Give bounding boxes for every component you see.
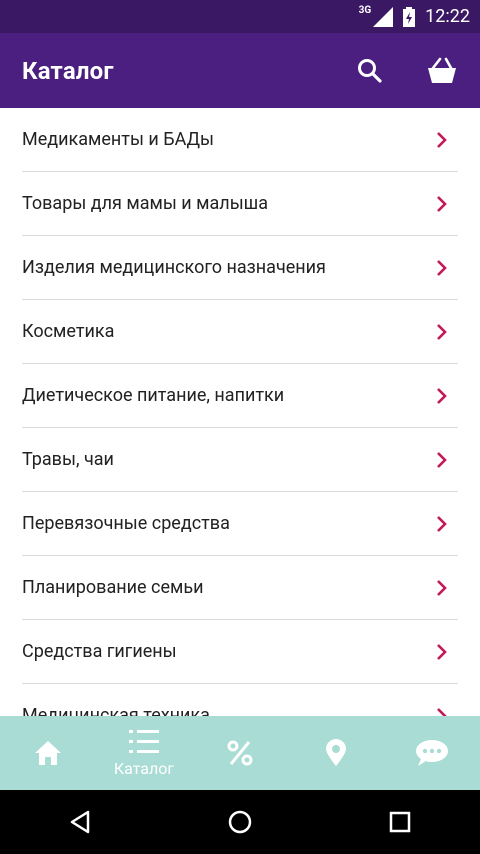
catalog-item[interactable]: Медикаменты и БАДы [22,108,458,172]
chevron-right-icon [437,195,447,212]
catalog-item-label: Средства гигиены [22,641,177,662]
catalog-item[interactable]: Перевязочные средства [22,492,458,556]
chevron-right-icon [437,707,447,716]
catalog-item-label: Медицинская техника [22,705,210,716]
status-bar: 3G 12:22 [0,0,480,33]
nav-discounts[interactable] [192,716,288,790]
catalog-item[interactable]: Изделия медицинского назначения [22,236,458,300]
recents-square-icon [389,811,411,833]
chevron-right-icon [437,579,447,596]
back-button[interactable] [48,790,112,854]
catalog-item-label: Планирование семьи [22,577,204,598]
clock: 12:22 [425,6,470,27]
chevron-right-icon [437,259,447,276]
catalog-item-label: Медикаменты и БАДы [22,129,215,150]
catalog-item[interactable]: Травы, чаи [22,428,458,492]
chevron-right-icon [437,131,447,148]
catalog-item[interactable]: Средства гигиены [22,620,458,684]
catalog-item-label: Травы, чаи [22,449,114,470]
catalog-item[interactable]: Диетическое питание, напитки [22,364,458,428]
chevron-right-icon [437,643,447,660]
home-system-button[interactable] [208,790,272,854]
catalog-item[interactable]: Планирование семьи [22,556,458,620]
catalog-item-label: Диетическое питание, напитки [22,385,285,406]
catalog-list: Медикаменты и БАДы Товары для мамы и мал… [0,108,480,716]
catalog-item-label: Перевязочные средства [22,513,230,534]
catalog-item-label: Косметика [22,321,115,342]
home-circle-icon [228,810,252,834]
nav-catalog[interactable]: Каталог [96,716,192,790]
catalog-item[interactable]: Медицинская техника [22,684,458,716]
catalog-item-label: Изделия медицинского назначения [22,257,326,278]
location-pin-icon [326,739,346,766]
bottom-nav: Каталог [0,716,480,790]
cart-button[interactable] [410,39,474,103]
back-triangle-icon [70,810,90,834]
chat-icon [416,740,448,766]
nav-home[interactable] [0,716,96,790]
nav-chat[interactable] [384,716,480,790]
page-title: Каталог [22,56,114,85]
app-bar: Каталог [0,33,480,108]
recents-button[interactable] [368,790,432,854]
nav-catalog-label: Каталог [113,758,175,778]
basket-icon [428,57,456,83]
search-button[interactable] [338,39,402,103]
network-type: 3G [358,5,372,16]
catalog-item[interactable]: Косметика [22,300,458,364]
search-icon [358,58,382,83]
catalog-item-label: Товары для мамы и малыша [22,193,269,214]
battery-charging-icon [403,6,416,27]
chevron-right-icon [437,515,447,532]
signal-icon [373,6,394,27]
percent-icon [227,740,253,766]
home-icon [35,741,61,765]
nav-pharmacies[interactable] [288,716,384,790]
list-icon [129,729,159,753]
chevron-right-icon [437,451,447,468]
system-nav-bar [0,790,480,854]
chevron-right-icon [437,387,447,404]
chevron-right-icon [437,323,447,340]
catalog-item[interactable]: Товары для мамы и малыша [22,172,458,236]
